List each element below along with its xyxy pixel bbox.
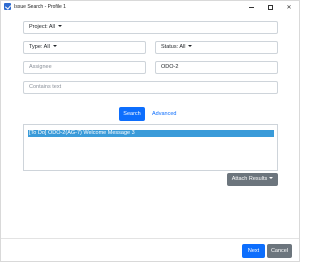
maximize-button[interactable]: [263, 2, 277, 12]
check-app-icon: [4, 3, 11, 10]
chevron-down-icon: [52, 45, 57, 47]
assignee-placeholder: Assignee: [29, 64, 52, 70]
issue-key-input[interactable]: ODO-2: [155, 61, 278, 74]
maximize-icon: [267, 4, 273, 10]
close-button[interactable]: ✕: [282, 2, 296, 12]
results-list[interactable]: [To Do] ODO-2(AG-7) Welcome Message 3: [23, 124, 278, 171]
issue-key-value: ODO-2: [161, 64, 179, 70]
cancel-button[interactable]: Cancel: [267, 244, 292, 258]
close-icon: ✕: [286, 3, 292, 11]
title-bar: Issue Search - Profile 1 ✕: [1, 1, 299, 13]
project-select-value: Project: All: [29, 24, 55, 30]
contains-text-placeholder: Contains text: [29, 84, 62, 90]
search-button[interactable]: Search: [119, 107, 145, 121]
list-item[interactable]: [To Do] ODO-2(AG-7) Welcome Message 3: [28, 130, 274, 137]
chevron-down-icon: [269, 177, 274, 179]
attach-results-label: Attach Results: [231, 176, 268, 182]
assignee-input[interactable]: Assignee: [23, 61, 146, 74]
advanced-link[interactable]: Advanced: [152, 107, 176, 121]
minimize-button[interactable]: [244, 2, 258, 12]
next-button[interactable]: Next: [242, 244, 265, 258]
window-title: Issue Search - Profile 1: [14, 4, 66, 10]
type-select[interactable]: Type: All: [23, 41, 146, 54]
attach-results-button[interactable]: Attach Results: [227, 173, 278, 186]
chevron-down-icon: [57, 25, 62, 27]
status-select[interactable]: Status: All: [155, 41, 278, 54]
project-select[interactable]: Project: All: [23, 21, 278, 34]
minimize-icon: [248, 6, 254, 8]
footer-divider: [1, 238, 299, 239]
type-select-value: Type: All: [29, 44, 50, 50]
chevron-down-icon: [188, 45, 193, 47]
issue-search-window: Issue Search - Profile 1 ✕ Project: All …: [0, 0, 300, 262]
status-select-value: Status: All: [161, 44, 186, 50]
contains-text-input[interactable]: Contains text: [23, 81, 278, 94]
